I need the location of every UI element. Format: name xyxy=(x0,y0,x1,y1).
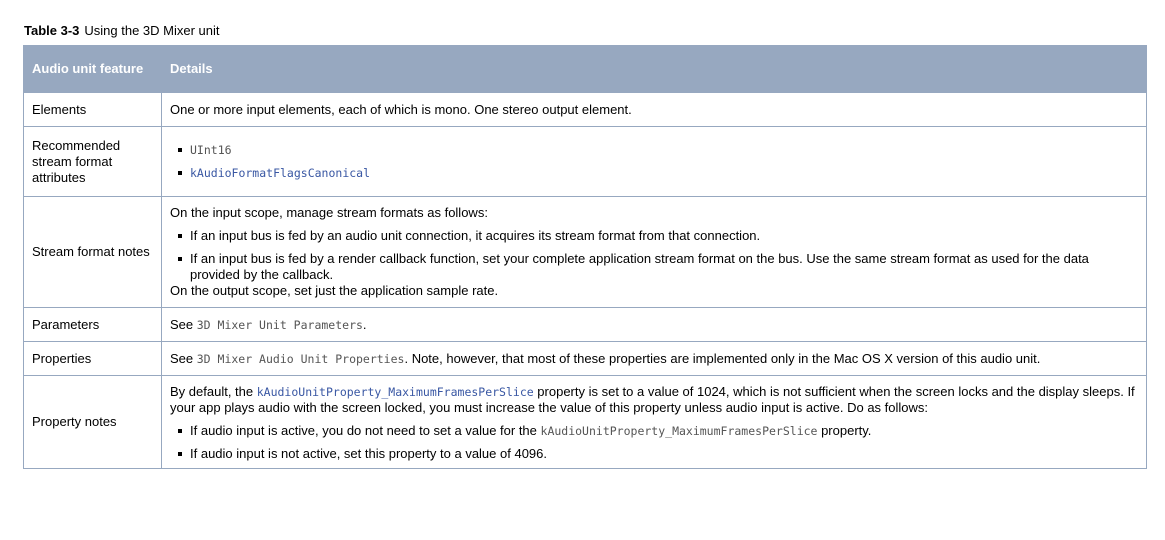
table-caption: Table 3-3 Using the 3D Mixer unit xyxy=(24,23,220,39)
stream-notes-outro: On the output scope, set just the applic… xyxy=(170,283,499,298)
link-format-flags-canonical[interactable]: kAudioFormatFlagsCanonical xyxy=(190,166,370,180)
header-details: Details xyxy=(161,45,1147,93)
property-notes-prefix: By default, the xyxy=(170,384,257,399)
stream-notes-list: If an input bus is fed by an audio unit … xyxy=(170,228,1138,283)
row-feature-stream-notes: Stream format notes xyxy=(23,196,162,308)
mixer-unit-table: Audio unit feature Details Elements One … xyxy=(23,45,1147,469)
row-details-stream-notes: On the input scope, manage stream format… xyxy=(161,196,1147,308)
table-row: Recommended stream format attributes UIn… xyxy=(23,126,1147,197)
row-feature-property-notes: Property notes xyxy=(23,375,162,469)
row-feature-elements: Elements xyxy=(23,92,162,127)
parameters-suffix: . xyxy=(362,316,367,332)
table-row: Property notes By default, the kAudioUni… xyxy=(23,375,1147,469)
table-row: Parameters See 3D Mixer Unit Parameters. xyxy=(23,307,1147,342)
code-maximum-frames-per-slice: kAudioUnitProperty_MaximumFramesPerSlice xyxy=(540,424,818,438)
header-feature: Audio unit feature xyxy=(23,45,162,93)
table-row: Properties See 3D Mixer Audio Unit Prope… xyxy=(23,341,1147,376)
link-3d-mixer-unit-parameters[interactable]: 3D Mixer Unit Parameters xyxy=(197,318,363,332)
table-title: Using the 3D Mixer unit xyxy=(84,23,220,38)
row-details-property-notes: By default, the kAudioUnitProperty_Maxim… xyxy=(161,375,1147,469)
row-feature-parameters: Parameters xyxy=(23,307,162,342)
list-item: If an input bus is fed by an audio unit … xyxy=(170,228,1138,244)
row-feature-recommended: Recommended stream format attributes xyxy=(23,126,162,197)
row-details-parameters: See 3D Mixer Unit Parameters. xyxy=(161,307,1147,342)
properties-prefix: See xyxy=(170,350,197,366)
list-item: If audio input is active, you do not nee… xyxy=(170,423,1138,439)
table-row: Elements One or more input elements, eac… xyxy=(23,92,1147,127)
item1-prefix: If audio input is active, you do not nee… xyxy=(190,423,541,438)
table-header-row: Audio unit feature Details xyxy=(23,45,1147,93)
list-item: If audio input is not active, set this p… xyxy=(170,446,1138,462)
properties-suffix: . Note, however, that most of these prop… xyxy=(404,350,1041,366)
stream-notes-intro: On the input scope, manage stream format… xyxy=(170,205,488,220)
list-item: kAudioFormatFlagsCanonical xyxy=(170,165,1138,181)
item1-suffix: property. xyxy=(817,423,872,438)
row-details-elements: One or more input elements, each of whic… xyxy=(161,92,1147,127)
link-maximum-frames-per-slice[interactable]: kAudioUnitProperty_MaximumFramesPerSlice xyxy=(257,385,534,399)
document-page: Table 3-3 Using the 3D Mixer unit Audio u… xyxy=(0,0,1165,540)
row-details-recommended: UInt16 kAudioFormatFlagsCanonical xyxy=(161,126,1147,197)
list-item: If an input bus is fed by a render callb… xyxy=(170,251,1138,283)
list-item: UInt16 xyxy=(170,142,1138,158)
row-feature-properties: Properties xyxy=(23,341,162,376)
property-notes-list: If audio input is active, you do not nee… xyxy=(170,423,1138,462)
code-uint16: UInt16 xyxy=(190,143,232,157)
property-notes-paragraph: By default, the kAudioUnitProperty_Maxim… xyxy=(170,384,1138,416)
recommended-list: UInt16 kAudioFormatFlagsCanonical xyxy=(170,142,1138,181)
row-details-properties: See 3D Mixer Audio Unit Properties. Note… xyxy=(161,341,1147,376)
table-number: Table 3-3 xyxy=(24,23,80,38)
link-3d-mixer-audio-unit-properties[interactable]: 3D Mixer Audio Unit Properties xyxy=(197,352,405,366)
parameters-prefix: See xyxy=(170,316,197,332)
table-row: Stream format notes On the input scope, … xyxy=(23,196,1147,308)
